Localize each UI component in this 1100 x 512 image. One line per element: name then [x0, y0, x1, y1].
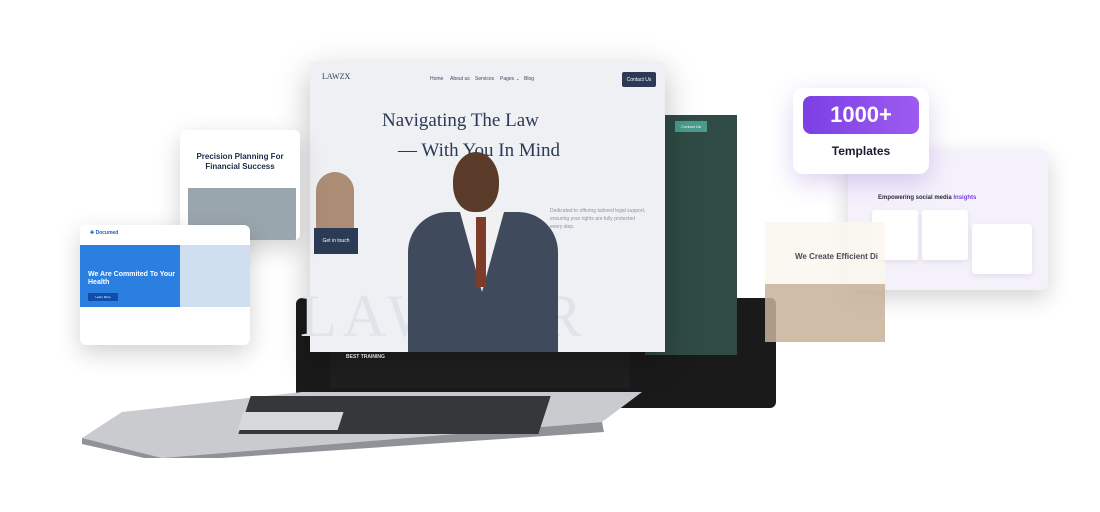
- nav-blog[interactable]: Blog: [524, 76, 534, 82]
- justice-statue-image: [316, 172, 354, 232]
- get-in-touch-button[interactable]: Get in touch: [314, 228, 358, 254]
- law-description: Dedicated to offering tailored legal sup…: [550, 208, 646, 230]
- law-headline-1: Navigating The Law: [382, 110, 539, 131]
- efficient-title: We Create Efficient Di: [795, 252, 878, 261]
- teal-contact-button[interactable]: Contact Us: [675, 121, 707, 132]
- lawyer-tie: [476, 217, 486, 287]
- medical-hero: We Are Commited To Your Health Learn Mor…: [80, 245, 180, 307]
- law-navbar: LAWZX Home About us Services Pages ⌄ Blo…: [310, 62, 665, 96]
- social-widget-2: [922, 210, 968, 260]
- finance-template-card: Precision Planning For Financial Success: [180, 130, 300, 240]
- law-contact-button[interactable]: Contact Us: [622, 72, 656, 87]
- efficient-image: [765, 284, 885, 342]
- medical-template-card: ✚ Documed We Are Commited To Your Health…: [80, 225, 250, 345]
- templates-badge: 1000+ Templates: [793, 88, 929, 174]
- templates-count: 1000+: [803, 96, 919, 134]
- law-logo[interactable]: LAWZX: [322, 72, 350, 81]
- medical-logo: ✚ Documed: [90, 230, 119, 236]
- laptop-base: [82, 392, 642, 458]
- social-title-prefix: Empowering social media: [878, 195, 954, 201]
- nav-about[interactable]: About us: [450, 76, 470, 82]
- medical-button[interactable]: Learn More: [88, 293, 118, 301]
- nav-services[interactable]: Services: [475, 76, 494, 82]
- medical-photo: [180, 245, 250, 307]
- medical-title: We Are Commited To Your Health: [88, 271, 176, 287]
- efficient-template-card: We Create Efficient Di: [765, 222, 885, 342]
- social-title: Empowering social media Insights: [878, 195, 976, 201]
- lawyer-head: [453, 152, 499, 212]
- law-template-page: LAWYER LAWZX Home About us Services Page…: [300, 62, 665, 352]
- nav-pages[interactable]: Pages ⌄: [500, 76, 520, 82]
- nav-home[interactable]: Home: [430, 76, 443, 82]
- social-title-highlight: Insights: [953, 195, 977, 201]
- templates-label: Templates: [831, 144, 891, 158]
- social-widget-3: [972, 224, 1032, 274]
- best-training-label: BEST TRAINING: [346, 354, 385, 360]
- finance-title: Precision Planning For Financial Success: [196, 152, 284, 171]
